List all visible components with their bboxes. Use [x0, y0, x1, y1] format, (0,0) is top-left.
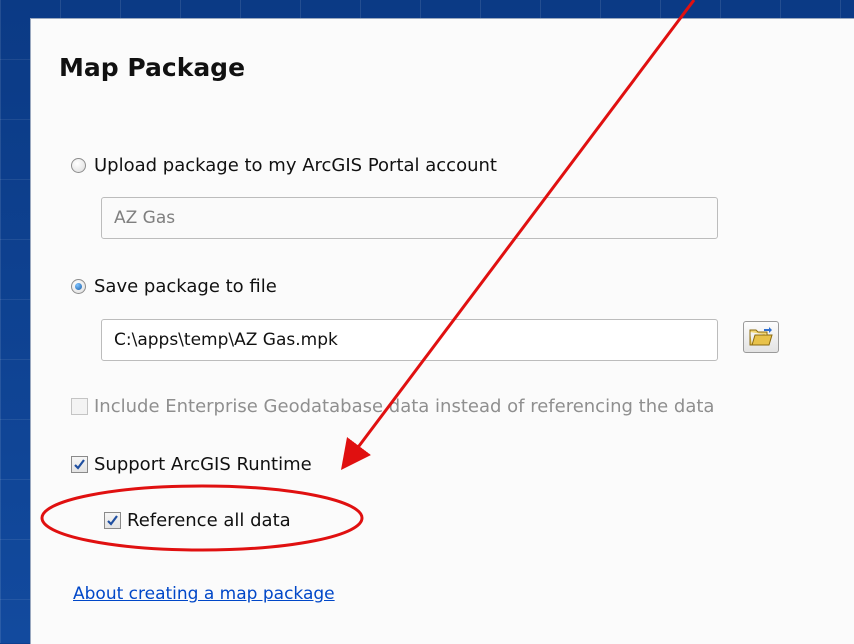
support-runtime-option[interactable]: Support ArcGIS Runtime	[71, 454, 312, 475]
upload-option[interactable]: Upload package to my ArcGIS Portal accou…	[71, 155, 497, 176]
upload-name-field[interactable]: AZ Gas	[101, 197, 718, 239]
checkmark-icon	[74, 459, 85, 470]
about-map-package-link[interactable]: About creating a map package	[73, 584, 335, 604]
upload-name-value: AZ Gas	[114, 208, 176, 228]
save-radio[interactable]	[71, 279, 86, 294]
browse-folder-button[interactable]	[743, 321, 779, 353]
folder-icon	[749, 327, 773, 346]
checkmark-icon	[107, 515, 118, 526]
include-enterprise-label: Include Enterprise Geodatabase data inst…	[94, 396, 715, 417]
dialog-title: Map Package	[59, 53, 246, 82]
support-runtime-label: Support ArcGIS Runtime	[94, 454, 312, 475]
reference-all-data-option[interactable]: Reference all data	[104, 510, 291, 531]
save-path-value: C:\apps\temp\AZ Gas.mpk	[114, 330, 338, 350]
save-option-label: Save package to file	[94, 276, 277, 297]
save-path-field[interactable]: C:\apps\temp\AZ Gas.mpk	[101, 319, 718, 361]
save-option[interactable]: Save package to file	[71, 276, 277, 297]
include-enterprise-option[interactable]: Include Enterprise Geodatabase data inst…	[71, 396, 714, 417]
upload-radio[interactable]	[71, 158, 86, 173]
reference-all-data-label: Reference all data	[127, 510, 291, 531]
upload-option-label: Upload package to my ArcGIS Portal accou…	[94, 155, 497, 176]
reference-all-data-checkbox[interactable]	[104, 512, 121, 529]
support-runtime-checkbox[interactable]	[71, 456, 88, 473]
map-package-dialog: Map Package Upload package to my ArcGIS …	[30, 18, 854, 644]
include-enterprise-checkbox[interactable]	[71, 398, 88, 415]
